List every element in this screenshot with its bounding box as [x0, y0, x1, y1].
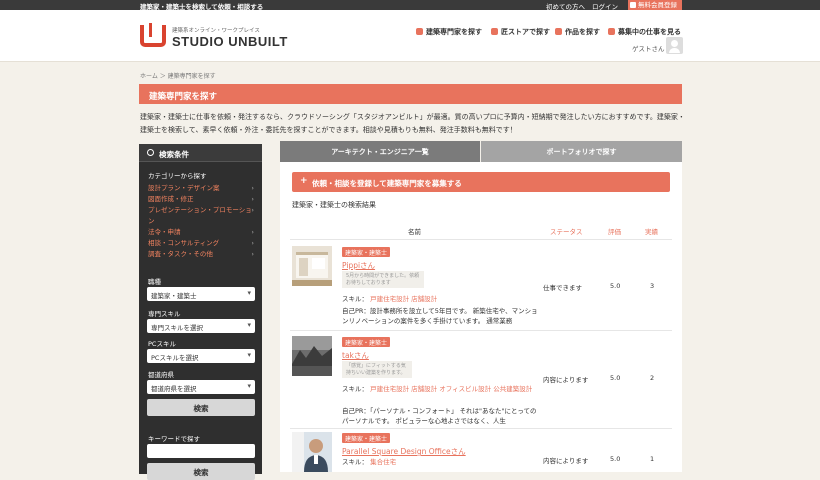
tab-portfolio[interactable]: ポートフォリオで探す [481, 141, 682, 162]
category-research-other[interactable]: 調査・タスク・その他 [148, 249, 258, 260]
self-pr: 自己PR：「パーソナル・コンフォート」 それは"あなた"にとってのパーソナルです… [342, 407, 537, 425]
profile-thumbnail[interactable] [292, 246, 332, 286]
divider [290, 239, 672, 240]
profile-thumbnail[interactable] [292, 336, 332, 376]
avatar[interactable] [666, 37, 683, 54]
availability-status: 内容によります [543, 457, 589, 465]
category-label: カテゴリーから探す [148, 172, 207, 180]
search-conditions-heading: 検索条件 [139, 144, 262, 162]
category-design-plan[interactable]: 設計プラン・デザイン案 [148, 183, 258, 194]
job-badge: 建築家・建築士 [342, 247, 391, 257]
expert-name-link[interactable]: Pippiさん [342, 260, 375, 271]
nav-find-experts[interactable]: 建築専門家を探す [416, 27, 482, 37]
availability-status: 仕事できます [543, 284, 582, 292]
results-panel: 依頼・相談を登録して建築専門家を募集する 建築家・建築士の検索結果 名前 ステー… [280, 162, 682, 472]
header-rating: 評価 [608, 228, 621, 236]
job-badge: 建築家・建築士 [342, 337, 391, 347]
expert-name-link[interactable]: Parallel Square Design Officeさん [342, 446, 466, 457]
nav-find-works[interactable]: 作品を探す [555, 27, 600, 37]
rating-value: 5.0 [610, 282, 621, 290]
availability-status: 内容によります [543, 376, 589, 384]
prefecture-label: 都道府県 [148, 371, 174, 379]
header-count: 実績 [645, 228, 658, 236]
top-bar: 建築家・建築士を検索して依頼・相談する 初めての方へ ログイン 無料会員登録 [0, 0, 820, 11]
skill-tag[interactable]: 集合住宅 [370, 458, 396, 466]
header-name: 名前 [408, 228, 421, 236]
skill-tag[interactable]: 店舗設計 [411, 385, 437, 393]
achievement-count: 3 [650, 282, 655, 290]
search-sidebar: 検索条件 カテゴリーから探す 設計プラン・デザイン案 図面作成・修正 プレゼンテ… [139, 144, 262, 480]
logo-text[interactable]: STUDIO UNBUILT [172, 34, 288, 49]
skill-list: スキル： 戸建住宅設計 店舗設計 [342, 294, 537, 304]
skill-select[interactable]: 専門スキルを選択 [147, 319, 255, 333]
rating-value: 5.0 [610, 455, 621, 463]
intro-text: 建築家・建築士に仕事を依頼・発注するなら、クラウドソーシング「スタジオアンビルト… [140, 113, 685, 134]
category-drawings[interactable]: 図面作成・修正 [148, 194, 258, 205]
achievement-count: 1 [650, 455, 655, 463]
logo-subtitle: 建築系オンライン・ワークプレイス [172, 28, 260, 34]
skill-tag[interactable]: 戸建住宅設計 [370, 295, 409, 303]
search-button[interactable]: 検索 [147, 399, 255, 416]
skill-label: スキル： [342, 458, 368, 466]
post-request-button[interactable]: 依頼・相談を登録して建築専門家を募集する [292, 172, 670, 192]
prefecture-select[interactable]: 都道府県を選択 [147, 380, 255, 394]
profile-thumbnail[interactable] [292, 432, 332, 472]
job-type-label: 職種 [148, 278, 161, 286]
skill-label: スキル： [342, 385, 368, 393]
skill-tag[interactable]: 店舗設計 [411, 295, 437, 303]
category-regulations[interactable]: 法令・申請 [148, 227, 258, 238]
pc-skill-label: PCスキル [148, 340, 176, 348]
skill-label: 専門スキル [148, 310, 181, 318]
results-heading: 建築家・建築士の検索結果 [292, 201, 376, 209]
achievement-count: 2 [650, 374, 655, 382]
skill-list: スキル： 集合住宅 [342, 457, 537, 467]
header-status: ステータス [550, 228, 583, 236]
skill-label: スキル： [342, 295, 368, 303]
logo-mark-icon[interactable] [140, 23, 166, 47]
category-consulting[interactable]: 相談・コンサルティング [148, 238, 258, 249]
job-badge: 建築家・建築士 [342, 433, 391, 443]
breadcrumb[interactable]: ホーム ＞ 建築専門家を探す [140, 71, 216, 80]
status-note: 「感覚」にフィットする気持ちいい建築を作ります。 [342, 361, 412, 378]
job-type-select[interactable]: 建築家・建築士 [147, 287, 255, 301]
skill-tag[interactable]: 公共建築設計 [493, 385, 532, 393]
header: 建築系オンライン・ワークプレイス STUDIO UNBUILT 建築専門家を探す… [0, 10, 820, 62]
self-pr: 自己PR：設計事務所を設立して5年目です。 新築住宅や、マンションリノベーション… [342, 307, 538, 325]
page-title: 建築専門家を探す [139, 84, 682, 104]
skill-tag[interactable]: オフィスビル設計 [439, 385, 491, 393]
skill-tag[interactable]: 戸建住宅設計 [370, 385, 409, 393]
keyword-label: キーワードで探す [148, 435, 200, 443]
category-presentation[interactable]: プレゼンテーション・プロモーション [148, 205, 258, 227]
pc-skill-select[interactable]: PCスキルを選択 [147, 349, 255, 363]
expert-name-link[interactable]: takさん [342, 350, 369, 361]
keyword-search-button[interactable]: 検索 [147, 463, 255, 480]
keyword-input[interactable] [147, 444, 255, 458]
nav-open-jobs[interactable]: 募集中の仕事を見る [608, 27, 681, 37]
user-name: ゲストさん [632, 45, 665, 53]
register-button[interactable]: 無料会員登録 [628, 0, 682, 10]
tab-architect-list[interactable]: アーキテクト・エンジニア一覧 [280, 141, 480, 162]
rating-value: 5.0 [610, 374, 621, 382]
nav-takumi-store[interactable]: 匠ストアで探す [491, 27, 550, 37]
divider [290, 330, 672, 331]
skill-list: スキル： 戸建住宅設計 店舗設計 オフィスビル設計 公共建築設計 [342, 384, 537, 394]
divider [290, 428, 672, 429]
status-note: 5月から時間ができました。依頼お待ちしております [342, 271, 424, 288]
